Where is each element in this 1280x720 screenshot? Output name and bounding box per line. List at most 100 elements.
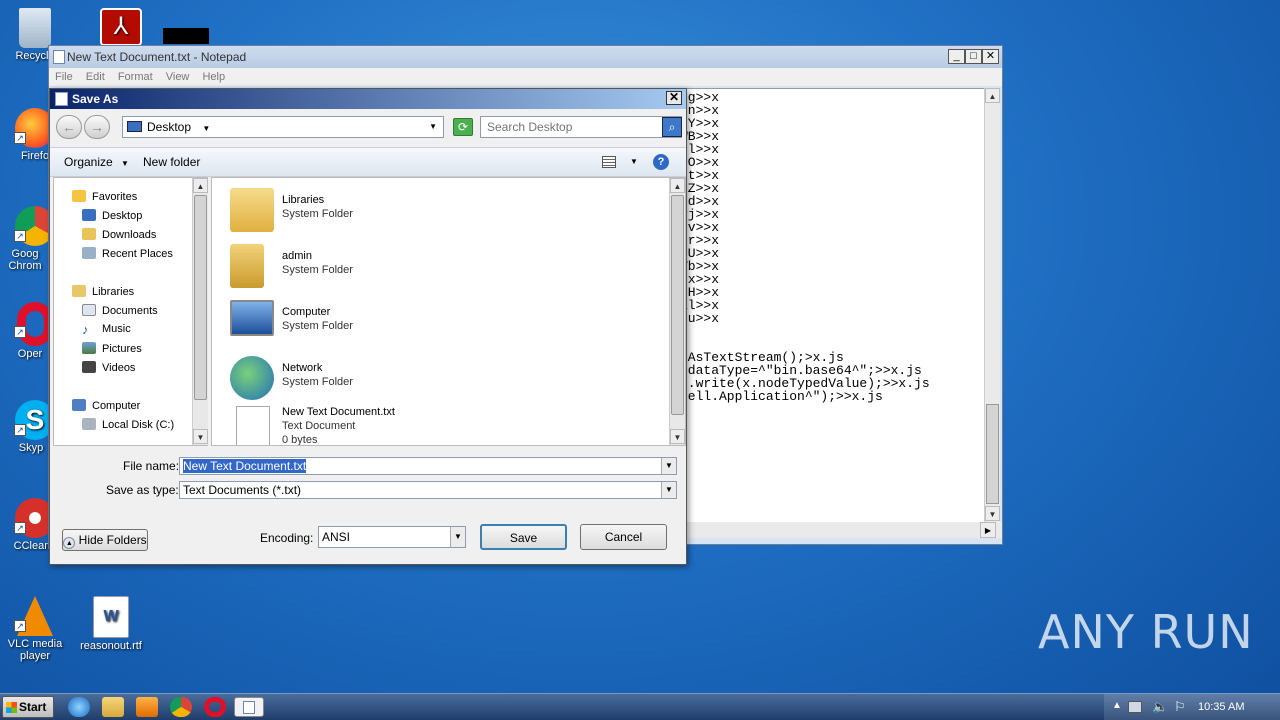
tree-scrollbar[interactable]: ▲ ▼ — [192, 178, 208, 445]
file-list-scrollbar[interactable]: ▲ ▼ — [669, 178, 685, 445]
refresh-button[interactable]: ⟳ — [453, 118, 473, 136]
file-item-computer[interactable]: Computer System Folder — [230, 296, 510, 348]
dialog-close-button[interactable]: ✕ — [666, 91, 682, 105]
view-chevron-down-icon[interactable]: ▼ — [630, 148, 638, 176]
scroll-thumb[interactable] — [194, 195, 207, 400]
menu-edit[interactable]: Edit — [86, 71, 105, 83]
opera-taskbar-icon[interactable] — [204, 697, 226, 717]
desktop-icon-vlc[interactable]: ↗ VLC media player — [0, 596, 70, 662]
address-location: Desktop — [147, 120, 192, 134]
file-item-admin[interactable]: admin System Folder — [230, 240, 510, 292]
file-name-input[interactable]: New Text Document.txt ▼ — [179, 457, 677, 475]
file-name: admin — [282, 250, 312, 262]
file-item-network[interactable]: Network System Folder — [230, 352, 510, 404]
media-player-icon[interactable] — [136, 697, 158, 717]
search-icon[interactable]: ⌕ — [662, 117, 682, 137]
tree-recent-places[interactable]: Recent Places — [82, 247, 173, 260]
desktop-icon-acrobat[interactable]: ⅄ — [86, 8, 156, 48]
notepad-vertical-scrollbar[interactable]: ▲ ▼ — [984, 88, 1000, 522]
user-folder-icon — [230, 244, 264, 288]
scroll-thumb[interactable] — [986, 404, 999, 504]
save-button[interactable]: Save — [480, 524, 567, 550]
scroll-down-arrow-icon[interactable]: ▼ — [985, 506, 1000, 521]
close-button[interactable]: ✕ — [982, 49, 999, 64]
help-icon[interactable]: ? — [653, 154, 669, 170]
taskbar: Start ▲ 🔈 ⚐ 10:35 AM — [0, 693, 1280, 720]
maximize-button[interactable]: □ — [965, 49, 982, 64]
new-folder-button[interactable]: New folder — [143, 148, 200, 176]
search-input[interactable] — [480, 116, 682, 138]
view-options-icon[interactable] — [602, 156, 616, 168]
file-item-new-text-document[interactable]: New Text Document.txt Text Document 0 by… — [230, 402, 510, 445]
internet-explorer-icon[interactable] — [68, 697, 90, 717]
scroll-down-arrow-icon[interactable]: ▼ — [670, 429, 685, 444]
scroll-up-arrow-icon[interactable]: ▲ — [193, 178, 208, 193]
notepad-taskbar-button[interactable] — [234, 697, 264, 717]
desktop-icon-reasonout[interactable]: W reasonout.rtf — [76, 596, 146, 652]
black-tile-icon[interactable] — [163, 28, 209, 44]
back-button[interactable]: ← — [56, 115, 82, 139]
show-hidden-icons-icon[interactable]: ▲ — [1112, 700, 1122, 711]
scroll-thumb[interactable] — [671, 195, 684, 415]
text-document-icon — [236, 406, 270, 445]
tree-label: Local Disk (C:) — [102, 419, 175, 431]
tree-music[interactable]: ♪ Music — [82, 323, 131, 336]
desktop-location-icon — [127, 121, 142, 132]
notepad-title: New Text Document.txt - Notepad — [49, 46, 1002, 68]
notepad-text-lines: rg>>x un>>x rY>>x WB>>x 9l>>x HO>>x ut>>x UZ>>x… — [680, 91, 930, 416]
minimize-button[interactable]: _ — [948, 49, 965, 64]
save-as-type-select[interactable]: Text Documents (*.txt) ▼ — [179, 481, 677, 499]
volume-icon[interactable]: 🔈 — [1152, 699, 1168, 715]
network-status-icon[interactable] — [1128, 701, 1142, 713]
action-center-flag-icon[interactable]: ⚐ — [1174, 699, 1186, 715]
menu-view[interactable]: View — [166, 71, 190, 83]
tree-videos[interactable]: Videos — [82, 361, 135, 374]
clock[interactable]: 10:35 AM — [1198, 701, 1244, 713]
address-bar[interactable]: Desktop ▼ ▼ — [122, 116, 444, 138]
menu-format[interactable]: Format — [118, 71, 153, 83]
tree-computer[interactable]: Computer — [72, 399, 140, 412]
desktop-icon-label: VLC media player — [7, 638, 63, 662]
file-item-libraries[interactable]: Libraries System Folder — [230, 184, 510, 236]
chevron-down-icon[interactable]: ▼ — [661, 458, 676, 474]
scroll-right-arrow-icon[interactable]: ▶ — [980, 522, 996, 538]
address-dropdown-icon[interactable]: ▼ — [429, 117, 437, 137]
organize-label: Organize — [64, 155, 113, 169]
scroll-down-arrow-icon[interactable]: ▼ — [193, 429, 208, 444]
scroll-up-arrow-icon[interactable]: ▲ — [670, 178, 685, 193]
navigation-pane[interactable]: Favorites Desktop Downloads Recent Place… — [53, 177, 208, 446]
tree-label: Libraries — [92, 286, 135, 298]
menu-help[interactable]: Help — [202, 71, 225, 83]
tree-pictures[interactable]: Pictures — [82, 342, 142, 355]
breadcrumb-chevron-icon[interactable]: ▼ — [202, 124, 210, 133]
file-list[interactable]: Libraries System Folder admin System Fol… — [211, 177, 686, 446]
cancel-button[interactable]: Cancel — [580, 524, 667, 550]
music-note-icon: ♪ — [82, 322, 89, 337]
hide-folders-button[interactable]: ▲ Hide Folders — [62, 529, 148, 551]
anyrun-watermark: ANY RUN — [1038, 605, 1254, 659]
tree-downloads[interactable]: Downloads — [82, 228, 156, 241]
start-button[interactable]: Start — [2, 696, 54, 718]
chevron-down-icon[interactable]: ▼ — [450, 527, 465, 547]
file-name: Network — [282, 362, 323, 374]
scroll-up-arrow-icon[interactable]: ▲ — [985, 88, 1000, 103]
notepad-horizontal-scrollbar[interactable]: ▶ — [684, 522, 1002, 538]
organize-button[interactable]: Organize ▼ — [64, 148, 129, 178]
encoding-select[interactable]: ANSI ▼ — [318, 526, 466, 548]
tree-favorites[interactable]: Favorites — [72, 190, 137, 203]
tree-documents[interactable]: Documents — [82, 304, 158, 317]
tree-libraries[interactable]: Libraries — [72, 285, 134, 298]
shortcut-arrow-icon: ↗ — [14, 132, 26, 144]
tree-desktop[interactable]: Desktop — [82, 209, 142, 222]
forward-button[interactable]: → — [84, 115, 110, 139]
chrome-taskbar-icon[interactable] — [170, 697, 192, 717]
save-as-dialog[interactable]: Save As ✕ ← → Desktop ▼ ▼ ⟳ ⌕ Organize ▼… — [49, 88, 687, 565]
menu-file[interactable]: File — [55, 71, 73, 83]
chevron-down-icon[interactable]: ▼ — [661, 482, 676, 498]
tree-local-disk[interactable]: Local Disk (C:) — [82, 418, 174, 431]
file-explorer-icon[interactable] — [102, 697, 124, 717]
hide-folders-label: Hide Folders — [78, 533, 147, 547]
tree-label: Music — [102, 323, 131, 335]
file-name: New Text Document.txt — [282, 406, 395, 418]
network-globe-icon — [230, 356, 274, 400]
